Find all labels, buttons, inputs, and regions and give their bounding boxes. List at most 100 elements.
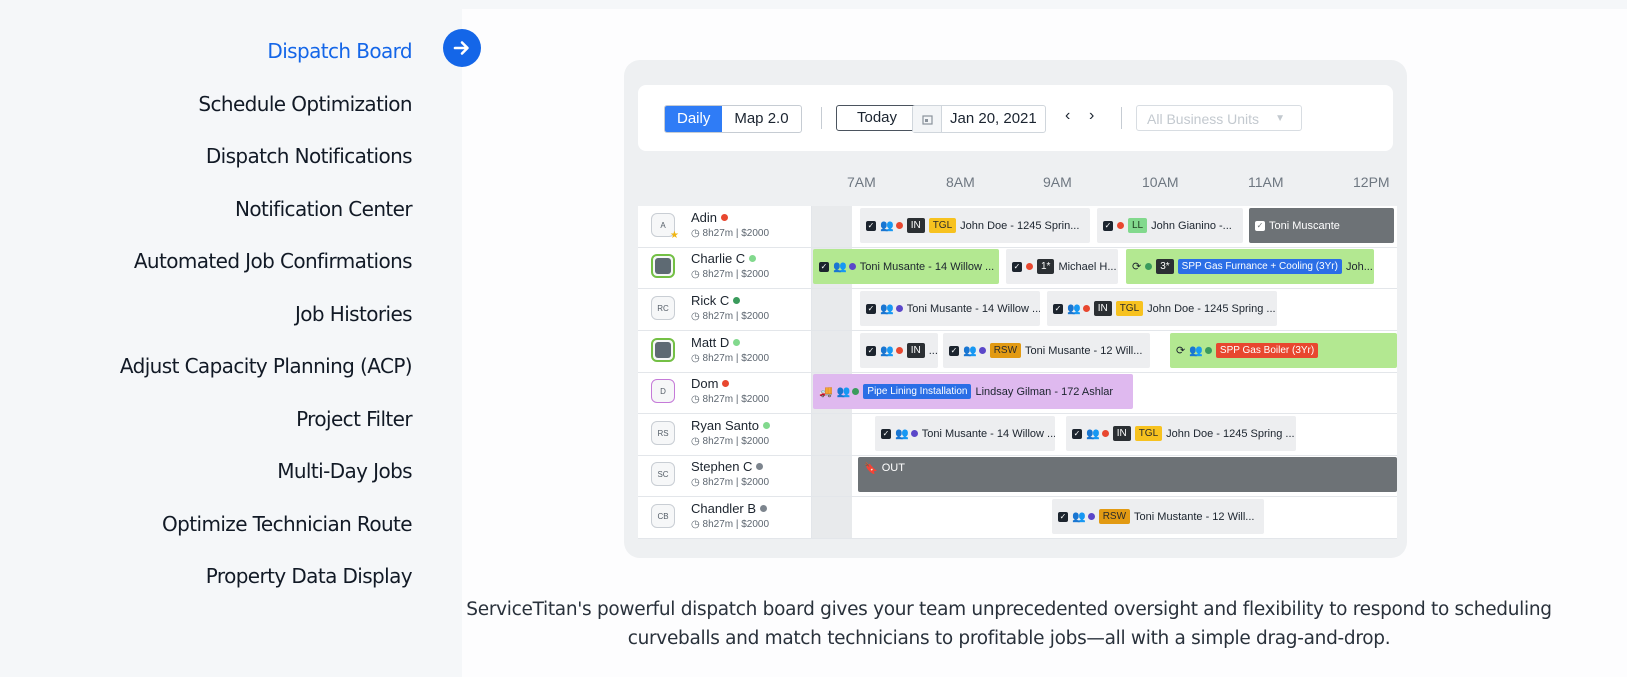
job-card[interactable]: ✓ 👥 IN TGL John Doe - 1245 Sprin... — [860, 208, 1090, 243]
nav-item-job-histories[interactable]: Job Histories — [0, 294, 413, 347]
people-icon: 👥 — [833, 261, 847, 273]
chevron-right-icon[interactable]: › — [1089, 107, 1094, 125]
job-card[interactable]: ✓ 👥 RSW Toni Musante - 12 Will... — [943, 333, 1150, 368]
nav-item-dispatch-board[interactable]: Dispatch Board — [0, 31, 412, 84]
technician-row: RS Ryan Santo ◷ 8h27m | $2000 ✓ 👥 Toni Mu… — [638, 414, 1397, 456]
job-card[interactable]: ✓ Toni Muscante — [1249, 208, 1394, 243]
business-units-select[interactable]: All Business Units ▼ — [1136, 105, 1302, 131]
job-card[interactable]: ✓ 👥 IN TGL John Doe - 1245 Spring ... — [1066, 416, 1296, 451]
status-dot — [1026, 263, 1033, 270]
tag-membership: SPP Gas Boiler (3Yr) — [1215, 343, 1319, 358]
clock-icon: ◷ — [691, 269, 700, 280]
technician-cell[interactable]: CB Chandler B ◷ 8h27m | $2000 — [638, 497, 812, 538]
technician-row: A ★ Adin ◷ 8h27m | $2000 ✓ 👥 IN TGL John Do… — [638, 206, 1397, 248]
tag-in: IN — [906, 218, 925, 233]
job-card[interactable]: ✓ 1* Michael H... — [1006, 249, 1118, 284]
checkbox-icon: ✓ — [866, 220, 876, 231]
tag-priority: 1* — [1037, 259, 1055, 274]
status-dot — [722, 380, 730, 387]
job-card[interactable]: ✓ LL John Gianino -... — [1097, 208, 1243, 243]
status-dot — [760, 505, 768, 512]
hour-label: 7AM — [847, 174, 876, 190]
avatar — [651, 254, 675, 278]
job-card[interactable]: ⟳ 👥 SPP Gas Boiler (3Yr) — [1170, 333, 1397, 368]
view-map-button[interactable]: Map 2.0 — [722, 106, 800, 132]
job-card[interactable]: ⟳ 3* SPP Gas Furnance + Cooling (3Yr) Joh… — [1126, 249, 1374, 284]
technician-name: Dom — [691, 376, 719, 391]
hour-label: 10AM — [1142, 174, 1179, 190]
job-card[interactable]: ✓ 👥 IN TGL John Doe - 1245 Spring ... — [1047, 291, 1277, 326]
job-card[interactable]: ✓ 👥 Toni Musante - 14 Willow ... — [813, 249, 999, 284]
technician-cell[interactable]: Charlie C ◷ 8h27m | $2000 — [638, 247, 812, 288]
today-button[interactable]: Today — [836, 105, 918, 131]
checkbox-icon: ✓ — [1053, 303, 1063, 314]
technician-meta: ◷ 8h27m | $2000 — [691, 477, 770, 488]
view-daily-button[interactable]: Daily — [665, 106, 723, 132]
technician-cell[interactable]: RC Rick C ◷ 8h27m | $2000 — [638, 289, 812, 330]
status-dot — [1145, 263, 1153, 270]
nav-item-property-data-display[interactable]: Property Data Display — [0, 556, 413, 609]
status-dot — [1087, 513, 1095, 520]
nav-item-schedule-optimization[interactable]: Schedule Optimization — [0, 84, 412, 137]
status-dot — [749, 255, 757, 262]
truck-icon: 🚚 — [819, 386, 833, 398]
job-card[interactable]: ✓ 👥 IN... — [860, 333, 938, 368]
status-dot — [762, 422, 770, 429]
tag-tgl: TGL — [1134, 426, 1163, 441]
active-feature-arrow-button[interactable] — [443, 29, 481, 67]
date-picker[interactable]: Jan 20, 2021 — [912, 105, 1046, 133]
nav-item-acp[interactable]: Adjust Capacity Planning (ACP) — [0, 346, 413, 399]
nav-item-notification-center[interactable]: Notification Center — [0, 189, 413, 242]
tag-rsw: RSW — [989, 343, 1022, 358]
nav-item-optimize-technician-route[interactable]: Optimize Technician Route — [0, 504, 413, 557]
job-text: Toni Musante - 14 Willow ... — [921, 427, 1055, 440]
technician-cell[interactable]: SC Stephen C ◷ 8h27m | $2000 — [638, 455, 812, 496]
job-text: Toni Musante - 14 Willow ... — [859, 260, 995, 273]
tag-in: IN — [906, 343, 925, 358]
people-icon: 👥 — [880, 220, 894, 232]
technician-cell[interactable]: D Dom ◷ 8h27m | $2000 — [638, 372, 812, 413]
job-card[interactable]: ✓ 👥 Toni Musante - 14 Willow ... — [860, 291, 1040, 326]
job-text: Toni Mustante - 12 Will... — [1134, 510, 1255, 523]
job-card-out[interactable]: 🔖 OUT — [858, 457, 1397, 492]
job-card[interactable]: 🚚 👥 Pipe Lining Installation Lindsay Gilm… — [813, 374, 1133, 409]
chevron-left-icon[interactable]: ‹ — [1065, 107, 1070, 125]
job-card[interactable]: ✓ 👥 Toni Musante - 14 Willow ... — [875, 416, 1055, 451]
technician-name: Chandler B — [691, 501, 757, 516]
checkbox-icon: ✓ — [1072, 428, 1082, 439]
avatar: A ★ — [651, 213, 679, 241]
avatar: CB — [651, 504, 675, 528]
recurring-icon: ⟳ — [1176, 345, 1186, 357]
technician-cell[interactable]: RS Ryan Santo ◷ 8h27m | $2000 — [638, 414, 812, 455]
feature-sidebar: Dispatch Board Schedule Optimization Dis… — [0, 0, 462, 677]
tag-ll: LL — [1128, 218, 1148, 233]
technician-name: Stephen C — [691, 459, 753, 474]
business-units-placeholder: All Business Units — [1147, 111, 1260, 127]
tag-in: IN — [1093, 301, 1112, 316]
job-text: Michael H... — [1058, 260, 1117, 273]
nav-item-multi-day-jobs[interactable]: Multi-Day Jobs — [0, 451, 412, 504]
technician-row: CB Chandler B ◷ 8h27m | $2000 ✓ 👥 RSW Ton… — [638, 497, 1397, 539]
people-icon: 👥 — [1189, 345, 1203, 357]
technician-cell[interactable]: A ★ Adin ◷ 8h27m | $2000 — [638, 206, 812, 247]
checkbox-icon: ✓ — [881, 428, 891, 439]
technician-meta: ◷ 8h27m | $2000 — [691, 394, 770, 405]
status-dot — [895, 222, 903, 229]
status-dot — [733, 339, 741, 346]
technician-cell[interactable]: Matt D ◷ 8h27m | $2000 — [638, 331, 812, 372]
recurring-icon: ⟳ — [1132, 261, 1142, 273]
job-card[interactable]: ✓ 👥 RSW Toni Mustante - 12 Will... — [1052, 499, 1264, 534]
nav-item-project-filter[interactable]: Project Filter — [0, 399, 413, 452]
people-icon: 👥 — [880, 345, 894, 357]
status-dot — [910, 430, 918, 437]
tag-job-type: Pipe Lining Installation — [863, 384, 972, 399]
checkbox-icon: ✓ — [1012, 261, 1022, 272]
nav-item-automated-job-confirmations[interactable]: Automated Job Confirmations — [0, 241, 413, 294]
arrow-right-icon — [453, 41, 469, 55]
nav-item-dispatch-notifications[interactable]: Dispatch Notifications — [0, 136, 413, 189]
technician-row: Charlie C ◷ 8h27m | $2000 ✓ 👥 Toni Musant… — [638, 247, 1397, 289]
divider — [821, 107, 822, 129]
job-text: John Doe - 1245 Spring ... — [1166, 427, 1295, 440]
hour-label: 9AM — [1043, 174, 1072, 190]
divider — [1121, 107, 1122, 129]
